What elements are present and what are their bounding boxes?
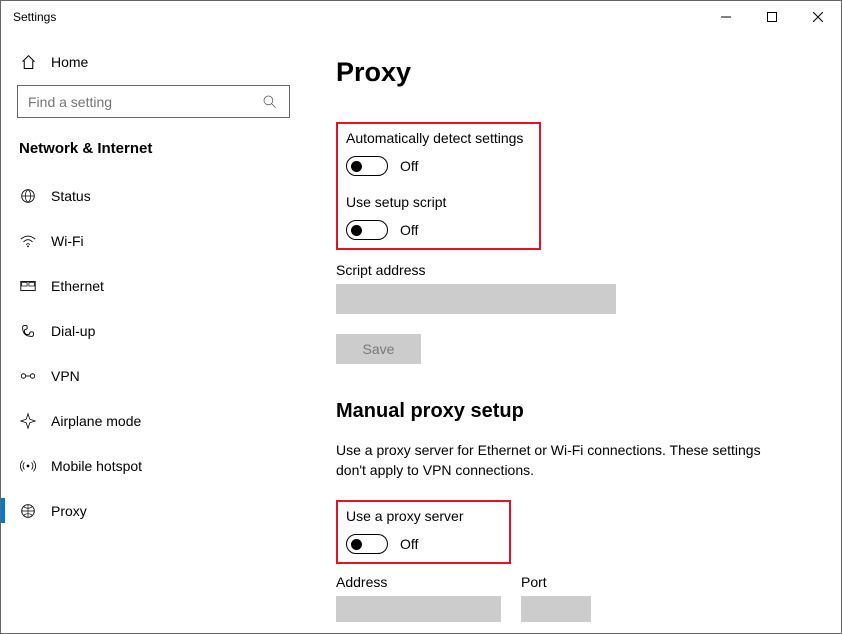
home-label: Home	[51, 54, 88, 70]
main-content: Proxy Automatically detect settings Off …	[306, 33, 841, 633]
sidebar-item-label: Airplane mode	[51, 413, 141, 429]
titlebar: Settings	[1, 1, 841, 33]
search-box[interactable]	[17, 85, 290, 118]
sidebar-category: Network & Internet	[1, 136, 306, 173]
auto-detect-label: Automatically detect settings	[346, 130, 527, 146]
home-nav[interactable]: Home	[1, 43, 306, 85]
manual-section-title: Manual proxy setup	[336, 400, 817, 423]
highlight-manual: Use a proxy server Off	[336, 500, 511, 564]
vpn-icon	[19, 367, 37, 385]
airplane-icon	[19, 412, 37, 430]
setup-script-label: Use setup script	[346, 194, 527, 210]
script-address-input[interactable]	[336, 284, 616, 314]
use-proxy-state: Off	[400, 536, 418, 552]
auto-detect-toggle[interactable]	[346, 156, 388, 176]
auto-detect-toggle-row: Off	[346, 156, 527, 176]
ethernet-icon	[19, 277, 37, 295]
sidebar-item-ethernet[interactable]: Ethernet	[1, 263, 306, 308]
window-body: Home Network & Internet Status	[1, 33, 841, 633]
sidebar-item-proxy[interactable]: Proxy	[1, 488, 306, 533]
sidebar: Home Network & Internet Status	[1, 33, 306, 633]
setup-script-toggle-row: Off	[346, 220, 527, 240]
sidebar-item-label: Proxy	[51, 503, 87, 519]
sidebar-item-hotspot[interactable]: Mobile hotspot	[1, 443, 306, 488]
sidebar-item-label: Dial-up	[51, 323, 95, 339]
save-button-label: Save	[363, 341, 395, 357]
auto-detect-state: Off	[400, 158, 418, 174]
close-button[interactable]	[795, 1, 841, 33]
sidebar-item-label: Ethernet	[51, 278, 104, 294]
save-button[interactable]: Save	[336, 334, 421, 364]
sidebar-item-status[interactable]: Status	[1, 173, 306, 218]
sidebar-item-dialup[interactable]: Dial-up	[1, 308, 306, 353]
window-title: Settings	[13, 10, 56, 24]
address-label: Address	[336, 574, 501, 590]
setup-script-state: Off	[400, 222, 418, 238]
script-address-label: Script address	[336, 262, 817, 278]
address-column: Address	[336, 574, 501, 622]
port-column: Port	[521, 574, 591, 622]
use-proxy-toggle-row: Off	[346, 534, 497, 554]
sidebar-item-label: Wi-Fi	[51, 233, 84, 249]
address-input[interactable]	[336, 596, 501, 622]
setup-script-toggle[interactable]	[346, 220, 388, 240]
search-container	[1, 85, 306, 136]
dialup-icon	[19, 322, 37, 340]
window-controls	[703, 1, 841, 33]
proxy-icon	[19, 502, 37, 520]
minimize-button[interactable]	[703, 1, 749, 33]
use-proxy-label: Use a proxy server	[346, 508, 497, 524]
page-title: Proxy	[336, 57, 817, 88]
sidebar-item-label: VPN	[51, 368, 80, 384]
search-icon	[261, 93, 279, 111]
sidebar-item-label: Status	[51, 188, 91, 204]
address-port-row: Address Port	[336, 574, 817, 622]
status-icon	[19, 187, 37, 205]
port-label: Port	[521, 574, 591, 590]
wifi-icon	[19, 232, 37, 250]
sidebar-item-wifi[interactable]: Wi-Fi	[1, 218, 306, 263]
settings-window: Settings Home	[0, 0, 842, 634]
maximize-button[interactable]	[749, 1, 795, 33]
highlight-auto: Automatically detect settings Off Use se…	[336, 122, 541, 250]
port-input[interactable]	[521, 596, 591, 622]
sidebar-item-vpn[interactable]: VPN	[1, 353, 306, 398]
sidebar-item-airplane[interactable]: Airplane mode	[1, 398, 306, 443]
manual-section-desc: Use a proxy server for Ethernet or Wi-Fi…	[336, 441, 766, 480]
search-input[interactable]	[28, 94, 261, 110]
use-proxy-toggle[interactable]	[346, 534, 388, 554]
home-icon	[19, 53, 37, 71]
hotspot-icon	[19, 457, 37, 475]
sidebar-item-label: Mobile hotspot	[51, 458, 142, 474]
